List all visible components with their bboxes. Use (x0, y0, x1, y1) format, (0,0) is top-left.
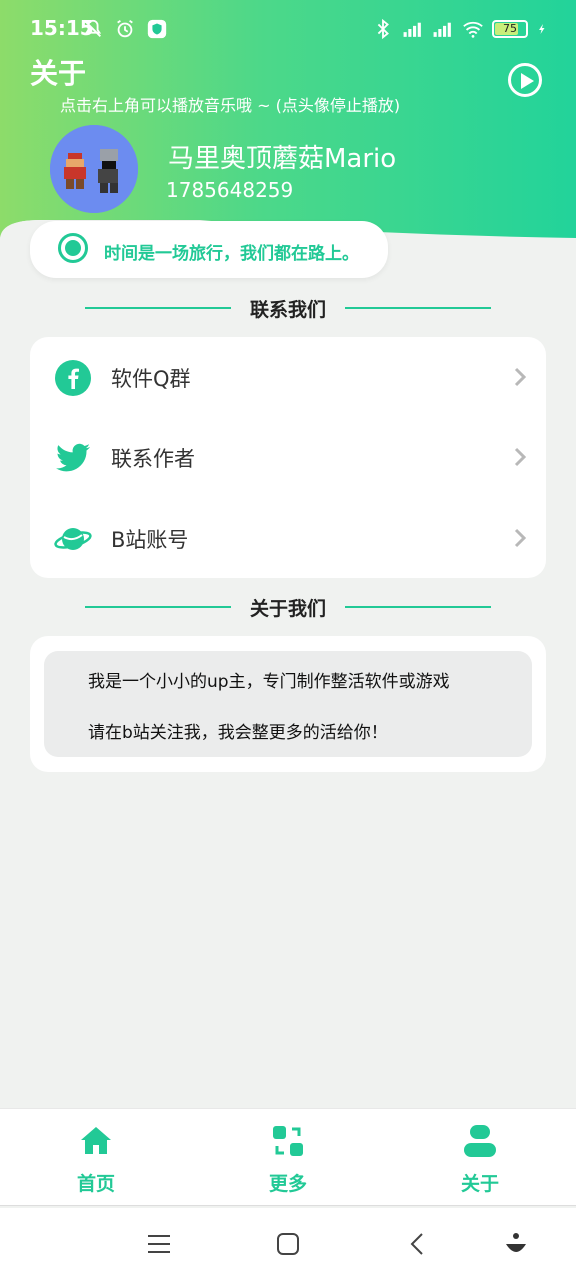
motto-card: 时间是一场旅行，我们都在路上。 (30, 221, 388, 278)
status-bar: 15:15 75 (0, 12, 576, 48)
battery-indicator: 75 (492, 20, 528, 38)
tab-label: 关于 (460, 1173, 499, 1195)
mario-avatar-image (50, 125, 138, 213)
profile-name: 马里奥顶蘑菇Mario (168, 144, 397, 174)
contact-item-bilibili[interactable]: B站账号 (30, 498, 546, 578)
about-card: 我是一个小小的up主，专门制作整活软件或游戏 请在b站关注我，我会整更多的活给你… (30, 636, 546, 772)
page-title: 关于 (30, 57, 87, 90)
tab-more[interactable]: 更多 (238, 1123, 338, 1203)
signal-hd-icon (433, 22, 451, 37)
contact-item-author[interactable]: 联系作者 (30, 417, 546, 497)
system-nav-bar (0, 1208, 576, 1280)
play-music-button[interactable] (508, 63, 542, 97)
alarm-icon (117, 19, 133, 38)
contact-item-label: B站账号 (111, 528, 189, 552)
tab-label: 更多 (268, 1173, 307, 1195)
chevron-right-icon (514, 528, 526, 548)
menu-icon[interactable] (145, 1230, 173, 1258)
contact-item-label: 联系作者 (111, 447, 195, 471)
about-line: 我是一个小小的up主，专门制作整活软件或游戏 (88, 672, 450, 692)
back-icon[interactable] (404, 1230, 432, 1258)
tab-label: 首页 (76, 1173, 115, 1195)
avatar[interactable] (50, 125, 138, 213)
motto-text: 时间是一场旅行，我们都在路上。 (104, 244, 359, 264)
divider-line (345, 606, 491, 608)
divider-line (345, 307, 491, 309)
bluetooth-icon (377, 18, 389, 40)
chevron-right-icon (514, 447, 526, 467)
about-line: 请在b站关注我，我会整更多的活给你！ (88, 723, 388, 743)
wifi-icon (463, 21, 483, 38)
twitter-icon (56, 443, 90, 472)
shield-app-icon (147, 19, 167, 39)
motto-dot-icon (58, 233, 88, 263)
bottom-tab-bar: 首页 更多 关于 (0, 1108, 576, 1206)
refresh-grid-icon (273, 1126, 303, 1156)
facebook-icon (55, 360, 91, 396)
chevron-right-icon (514, 367, 526, 387)
play-icon (521, 73, 534, 89)
home-icon (81, 1127, 111, 1154)
assistant-icon[interactable] (502, 1230, 530, 1258)
contact-item-label: 软件Q群 (111, 367, 191, 391)
profile-id: 1785648259 (166, 178, 294, 202)
charging-icon (539, 24, 545, 34)
mute-bell-icon (84, 19, 102, 37)
tab-home[interactable]: 首页 (46, 1123, 146, 1203)
contact-item-qq-group[interactable]: 软件Q群 (30, 337, 546, 417)
home-square-icon[interactable] (274, 1230, 302, 1258)
signal-hd-icon (403, 22, 421, 37)
about-text-box: 我是一个小小的up主，专门制作整活软件或游戏 请在b站关注我，我会整更多的活给你… (44, 651, 532, 757)
planet-icon (54, 528, 92, 550)
tab-about[interactable]: 关于 (430, 1123, 530, 1203)
contact-section-header: 联系我们 (0, 293, 576, 323)
about-section-header: 关于我们 (0, 592, 576, 622)
music-hint: 点击右上角可以播放音乐哦 ~ (点头像停止播放) (60, 96, 401, 115)
contact-card: 软件Q群 联系作者 B站账号 (30, 337, 546, 578)
user-icon (464, 1125, 496, 1157)
